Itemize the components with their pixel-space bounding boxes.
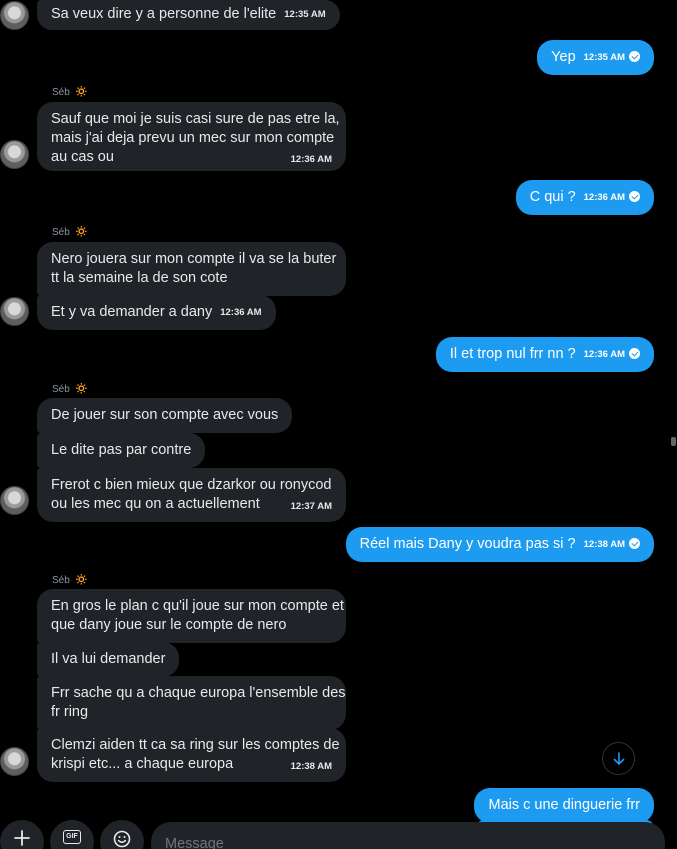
message-text: Frr sache qu a chaque europa l'ensemble … <box>51 685 346 701</box>
message-time: 12:36 AM <box>583 349 625 360</box>
message-thread: Sa veux dire y a personne de l'elite 12:3… <box>0 0 677 849</box>
message-text: Réel mais Dany y voudra pas si ? <box>359 536 576 552</box>
message-text: Le dite pas par contre <box>51 442 192 458</box>
sun-emoji-icon: 🔅 <box>74 383 89 395</box>
gif-button[interactable]: GIF <box>50 820 94 849</box>
sun-emoji-icon: 🔅 <box>74 86 89 98</box>
message-text: En gros le plan c qu'il joue sur mon com… <box>51 598 344 614</box>
message-time: 12:38 AM <box>583 539 625 550</box>
sender-label: Séb 🔅 <box>52 85 88 98</box>
outgoing-message[interactable]: Mais c une dinguerie frr <box>474 788 654 823</box>
avatar[interactable] <box>0 1 29 30</box>
avatar[interactable] <box>0 747 29 776</box>
sun-emoji-icon: 🔅 <box>74 226 89 238</box>
incoming-message[interactable]: En gros le plan c qu'il joue sur mon com… <box>37 589 346 643</box>
incoming-message[interactable]: Frr sache qu a chaque europa l'ensemble … <box>37 676 346 730</box>
message-time: 12:37 AM <box>290 501 332 512</box>
message-text: Nero jouera sur mon compte il va se la b… <box>51 251 337 267</box>
message-text: que dany joue sur le compte de nero <box>51 617 287 633</box>
sender-name: Séb <box>52 87 70 98</box>
message-text: au cas ou <box>51 149 114 165</box>
message-text: De jouer sur son compte avec vous <box>51 407 279 423</box>
read-check-icon <box>629 348 640 359</box>
message-text: ou les mec qu on a actuellement <box>51 496 260 512</box>
message-time: 12:35 AM <box>284 9 326 20</box>
incoming-message[interactable]: Sa veux dire y a personne de l'elite 12:3… <box>37 0 340 30</box>
message-composer: GIF <box>0 820 677 849</box>
message-time: 12:36 AM <box>290 154 332 165</box>
message-text: Il et trop nul frr nn ? <box>449 346 576 362</box>
emoji-button[interactable] <box>100 820 144 849</box>
scrollbar-thumb[interactable] <box>671 437 676 446</box>
incoming-message[interactable]: Nero jouera sur mon compte il va se la b… <box>37 242 346 296</box>
avatar[interactable] <box>0 140 29 169</box>
message-text: Clemzi aiden tt ca sa ring sur les compt… <box>51 737 340 753</box>
outgoing-message[interactable]: Yep 12:35 AM <box>537 40 654 75</box>
read-check-icon <box>629 51 640 62</box>
incoming-message[interactable]: Frerot c bien mieux que dzarkor ou ronyc… <box>37 468 346 522</box>
avatar[interactable] <box>0 486 29 515</box>
message-text: Yep <box>551 49 576 65</box>
message-text: krispi etc... a chaque europa <box>51 756 234 772</box>
message-text: Frerot c bien mieux que dzarkor ou ronyc… <box>51 477 332 493</box>
message-time: 12:36 AM <box>220 307 262 318</box>
sender-label: Séb 🔅 <box>52 382 88 395</box>
add-attachment-button[interactable] <box>0 820 44 849</box>
outgoing-message[interactable]: Réel mais Dany y voudra pas si ? 12:38 AM <box>345 527 654 562</box>
scroll-to-bottom-button[interactable] <box>602 742 635 775</box>
message-time: 12:36 AM <box>583 192 625 203</box>
incoming-message[interactable]: Il va lui demander <box>37 642 180 677</box>
read-check-icon <box>629 538 640 549</box>
message-text: C qui ? <box>529 189 576 205</box>
sender-label: Séb 🔅 <box>52 573 88 586</box>
arrow-down-icon <box>613 751 624 765</box>
message-text: Sa veux dire y a personne de l'elite <box>51 6 277 22</box>
incoming-message[interactable]: Clemzi aiden tt ca sa ring sur les compt… <box>37 728 346 782</box>
sender-label: Séb 🔅 <box>52 225 88 238</box>
plus-icon <box>14 830 30 846</box>
outgoing-message[interactable]: C qui ? 12:36 AM <box>515 180 654 215</box>
message-text: mais j'ai deja prevu un mec sur mon comp… <box>51 130 335 146</box>
message-text: Et y va demander a dany <box>51 304 213 320</box>
message-text: Sauf que moi je suis casi sure de pas et… <box>51 111 340 127</box>
read-check-icon <box>629 191 640 202</box>
sender-name: Séb <box>52 227 70 238</box>
message-text: Mais c une dinguerie frr <box>488 797 640 813</box>
message-text: fr ring <box>51 704 89 720</box>
avatar[interactable] <box>0 297 29 326</box>
message-input[interactable] <box>151 822 665 849</box>
smiley-icon <box>113 830 131 848</box>
gif-icon: GIF <box>63 830 81 844</box>
message-text: tt la semaine la de son cote <box>51 270 228 286</box>
sender-name: Séb <box>52 384 70 395</box>
incoming-message[interactable]: De jouer sur son compte avec vous <box>37 398 293 433</box>
incoming-message[interactable]: Et y va demander a dany 12:36 AM <box>37 295 276 330</box>
sun-emoji-icon: 🔅 <box>74 574 89 586</box>
message-time: 12:35 AM <box>583 52 625 63</box>
outgoing-message[interactable]: Il et trop nul frr nn ? 12:36 AM <box>435 337 654 372</box>
message-time: 12:38 AM <box>290 761 332 772</box>
incoming-message[interactable]: Sauf que moi je suis casi sure de pas et… <box>37 102 346 171</box>
sender-name: Séb <box>52 575 70 586</box>
incoming-message[interactable]: Le dite pas par contre <box>37 433 206 468</box>
message-text: Il va lui demander <box>51 651 166 667</box>
